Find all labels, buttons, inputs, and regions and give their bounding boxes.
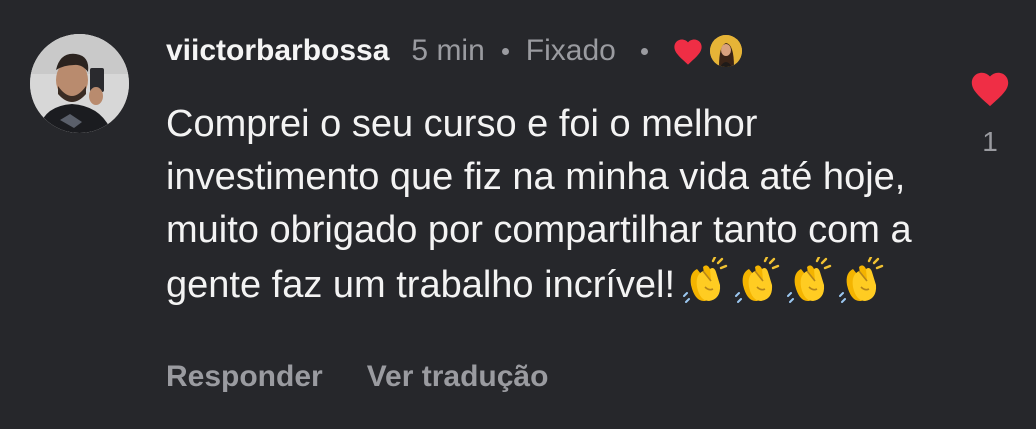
clapping-hands-icon [735,255,787,303]
comment-header: viictorbarbossa 5 min Fixado [166,30,742,72]
pinned-label: Fixado [525,34,616,67]
heart-icon[interactable] [968,68,1012,108]
clapping-hands-icon [683,255,735,303]
separator-dot [501,47,509,55]
timestamp: 5 min [411,34,485,67]
comment-actions: Responder Ver tradução [166,360,548,394]
username[interactable]: viictorbarbossa [166,34,389,68]
like-count: 1 [982,126,998,157]
clapping-hands-icon [787,255,839,303]
like-control: 1 [962,68,1018,158]
creator-avatar [709,35,742,67]
separator-dot [640,47,648,55]
clapping-hands-icon [839,255,891,303]
comment-text: Comprei o seu curso e foi o melhor inves… [166,98,926,312]
creator-liked-heart-icon [671,36,705,66]
reply-button[interactable]: Responder [166,360,323,394]
avatar[interactable] [30,34,129,133]
clapping-emojis [683,255,891,303]
see-translation-button[interactable]: Ver tradução [367,360,549,394]
